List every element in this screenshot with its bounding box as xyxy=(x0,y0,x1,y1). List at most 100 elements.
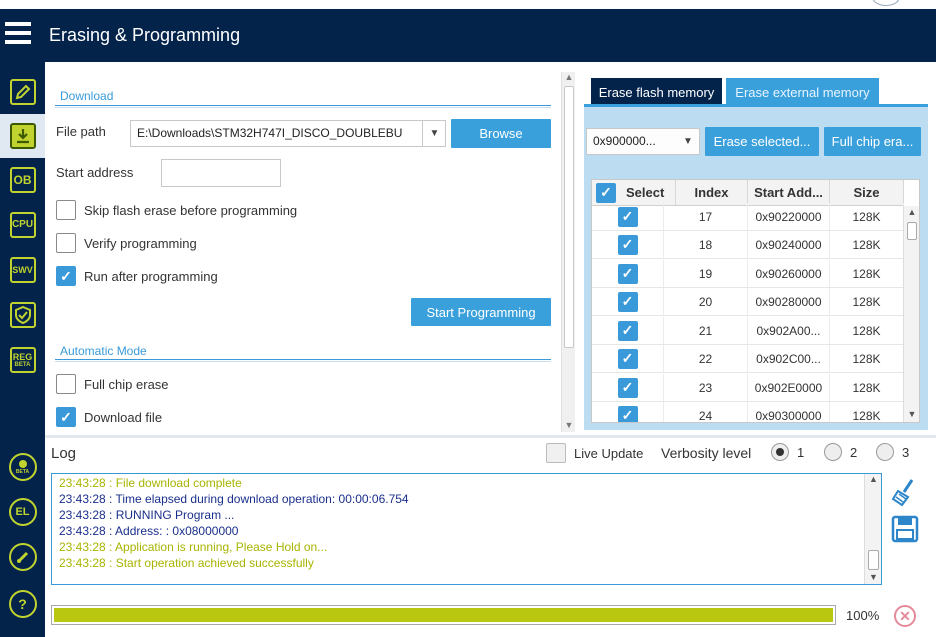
sidebar-item-swv[interactable]: SWV xyxy=(0,248,45,292)
checkmark-icon[interactable]: ✓ xyxy=(617,206,638,227)
checkbox-box[interactable] xyxy=(56,233,76,253)
scroll-up-icon[interactable]: ▲ xyxy=(562,72,576,82)
erase-selected-button[interactable]: Erase selected... xyxy=(705,127,819,156)
column-header-start-address[interactable]: Start Add... xyxy=(748,180,830,205)
broom-icon[interactable] xyxy=(890,477,920,507)
browse-button[interactable]: Browse xyxy=(451,119,551,148)
tab-erase-external-memory[interactable]: Erase external memory xyxy=(726,78,879,106)
shield-icon xyxy=(9,302,36,328)
chevron-down-icon[interactable]: ▼ xyxy=(676,129,700,154)
chevron-down-icon[interactable]: ▼ xyxy=(422,121,446,146)
skip-flash-erase-checkbox[interactable]: Skip flash erase before programming xyxy=(56,200,297,220)
full-chip-erase-checkbox[interactable]: Full chip erase xyxy=(56,374,169,394)
radio-selected-icon[interactable] xyxy=(771,443,789,461)
checkmark-icon[interactable]: ✓ xyxy=(617,263,638,284)
column-header-index[interactable]: Index xyxy=(676,180,748,205)
log-scrollbar[interactable]: ▲ ▼ xyxy=(864,474,881,584)
checkmark-icon[interactable]: ✓ xyxy=(617,234,638,255)
scroll-down-icon[interactable]: ▼ xyxy=(865,572,882,582)
row-address: 0x902A00... xyxy=(748,317,830,344)
row-checkbox-cell[interactable]: ✓ xyxy=(592,317,664,344)
checkmark-icon[interactable]: ✓ xyxy=(617,320,638,341)
top-strip xyxy=(0,0,936,9)
sidebar-item-fault-analyzer[interactable]: BETA xyxy=(0,445,45,489)
sidebar-item-help[interactable]: ? xyxy=(0,582,45,626)
table-row[interactable]: ✓ 24 0x90300000 128K xyxy=(592,402,904,422)
row-checkbox-cell[interactable]: ✓ xyxy=(592,345,664,372)
table-row[interactable]: ✓ 18 0x90240000 128K xyxy=(592,231,904,259)
scroll-thumb[interactable] xyxy=(907,222,917,240)
row-checkbox-cell[interactable]: ✓ xyxy=(592,402,664,422)
row-checkbox-cell[interactable]: ✓ xyxy=(592,374,664,401)
radio-icon[interactable] xyxy=(876,443,894,461)
cancel-icon[interactable]: ✕ xyxy=(894,605,916,627)
start-programming-button[interactable]: Start Programming xyxy=(411,298,551,326)
log-output[interactable]: 23:43:28 : File download complete 23:43:… xyxy=(51,473,882,585)
left-panel-scrollbar[interactable]: ▲ ▼ xyxy=(561,72,575,432)
column-header-size[interactable]: Size xyxy=(830,180,904,205)
row-checkbox-cell[interactable]: ✓ xyxy=(592,288,664,315)
radio-label: 3 xyxy=(902,444,910,460)
table-row[interactable]: ✓ 17 0x90220000 128K xyxy=(592,203,904,231)
table-row[interactable]: ✓ 21 0x902A00... 128K xyxy=(592,317,904,345)
checkbox-box[interactable] xyxy=(546,443,566,463)
row-checkbox-cell[interactable]: ✓ xyxy=(592,231,664,258)
scroll-thumb[interactable] xyxy=(564,86,574,348)
row-index: 24 xyxy=(664,402,748,422)
verify-programming-checkbox[interactable]: Verify programming xyxy=(56,233,197,253)
start-address-input[interactable] xyxy=(161,159,281,187)
sidebar-item-cpu[interactable]: CPU xyxy=(0,203,45,247)
live-update-checkbox[interactable]: Live Update xyxy=(546,443,643,463)
file-path-input[interactable]: E:\Downloads\STM32H747I_DISCO_DOUBLEBU xyxy=(130,120,446,147)
sidebar-item-option-bytes[interactable]: OB xyxy=(0,158,45,202)
scroll-down-icon[interactable]: ▼ xyxy=(562,420,576,430)
table-row[interactable]: ✓ 20 0x90280000 128K xyxy=(592,288,904,316)
table-scrollbar[interactable]: ▲ ▼ xyxy=(903,206,919,422)
tab-erase-flash-memory[interactable]: Erase flash memory xyxy=(591,78,722,106)
log-line: 23:43:28 : File download complete xyxy=(59,476,242,490)
verbosity-radio-1[interactable]: 1 xyxy=(771,443,804,461)
save-icon[interactable] xyxy=(891,515,919,543)
scroll-down-icon[interactable]: ▼ xyxy=(904,409,919,419)
checkmark-icon[interactable]: ✓ xyxy=(56,407,76,427)
checkmark-icon[interactable]: ✓ xyxy=(617,291,638,312)
hamburger-menu-icon[interactable] xyxy=(5,22,31,46)
row-checkbox-cell[interactable]: ✓ xyxy=(592,203,664,230)
tab-underline xyxy=(584,104,928,107)
logo-badge-icon xyxy=(872,0,900,6)
checkmark-icon[interactable]: ✓ xyxy=(56,266,76,286)
scroll-up-icon[interactable]: ▲ xyxy=(865,474,882,484)
checkmark-icon[interactable]: ✓ xyxy=(617,348,638,369)
scroll-thumb[interactable] xyxy=(868,550,879,570)
run-after-programming-checkbox[interactable]: ✓ Run after programming xyxy=(56,266,218,286)
download-icon xyxy=(9,123,36,149)
sidebar-item-security[interactable] xyxy=(0,293,45,337)
row-size: 128K xyxy=(830,402,904,422)
checkmark-icon[interactable]: ✓ xyxy=(617,405,638,422)
select-all-checkbox[interactable]: ✓ xyxy=(596,182,616,203)
table-row[interactable]: ✓ 23 0x902E0000 128K xyxy=(592,374,904,402)
radio-label: 1 xyxy=(797,444,805,460)
table-row[interactable]: ✓ 19 0x90260000 128K xyxy=(592,260,904,288)
sidebar-item-external-loader[interactable]: EL xyxy=(0,490,45,534)
download-file-checkbox[interactable]: ✓ Download file xyxy=(56,407,162,427)
table-row[interactable]: ✓ 22 0x902C00... 128K xyxy=(592,345,904,373)
full-chip-erase-button[interactable]: Full chip era... xyxy=(824,127,921,156)
checkbox-label: Run after programming xyxy=(84,268,218,284)
sidebar-item-chain[interactable] xyxy=(0,535,45,579)
sidebar-item-registers[interactable]: REG BETA xyxy=(0,338,45,382)
verbosity-radio-3[interactable]: 3 xyxy=(876,443,909,461)
checkmark-icon[interactable]: ✓ xyxy=(617,377,638,398)
checkbox-box[interactable] xyxy=(56,200,76,220)
checkbox-box[interactable] xyxy=(56,374,76,394)
sidebar-item-memory-editing[interactable] xyxy=(0,70,45,114)
column-header-select[interactable]: ✓ Select xyxy=(592,180,676,205)
row-checkbox-cell[interactable]: ✓ xyxy=(592,260,664,287)
register-label: REG xyxy=(12,351,33,362)
row-address: 0x902E0000 xyxy=(748,374,830,401)
scroll-up-icon[interactable]: ▲ xyxy=(904,207,919,217)
row-address: 0x90240000 xyxy=(748,231,830,258)
radio-icon[interactable] xyxy=(824,443,842,461)
sidebar-item-erasing-programming[interactable] xyxy=(0,114,45,158)
verbosity-radio-2[interactable]: 2 xyxy=(824,443,857,461)
